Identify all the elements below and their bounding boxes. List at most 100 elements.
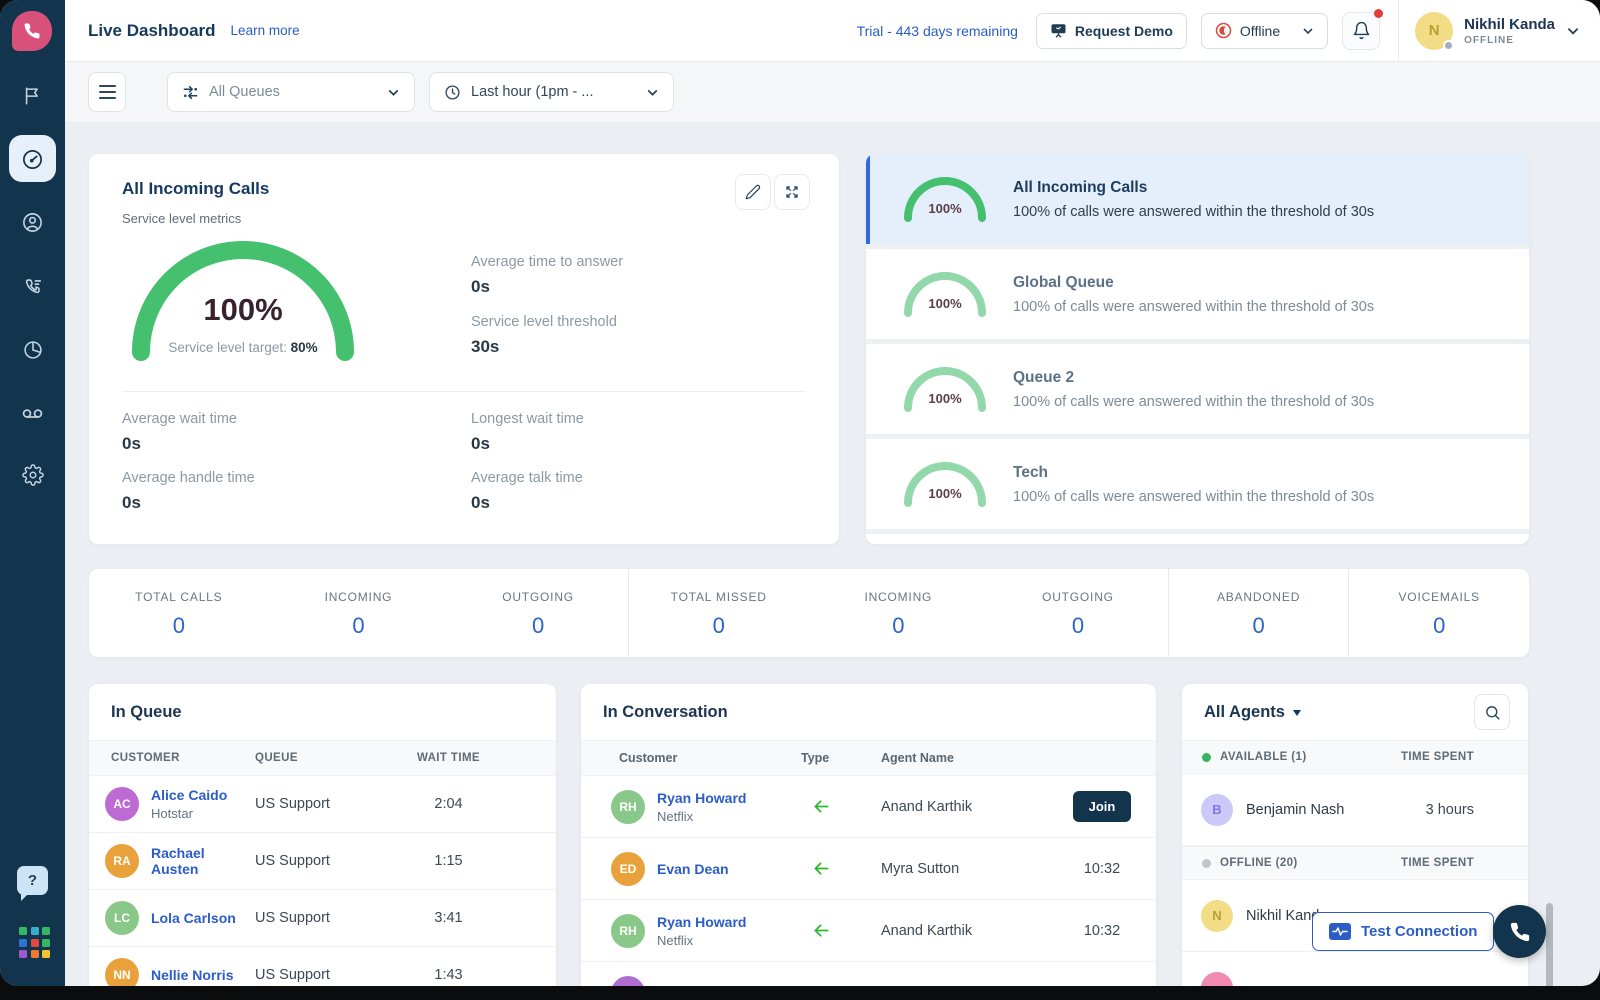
agent-search-button[interactable] bbox=[1474, 694, 1510, 730]
stat-value: 0 bbox=[988, 613, 1168, 639]
time-range-dropdown[interactable]: Last hour (1pm - ... bbox=[429, 72, 674, 112]
table-row: LC Lola Carlson US Support 3:41 bbox=[89, 890, 556, 947]
group-label: AVAILABLE (1) bbox=[1220, 751, 1307, 763]
request-demo-button[interactable]: Request Demo bbox=[1036, 13, 1187, 49]
customer-link[interactable]: Nellie Norris bbox=[151, 967, 233, 983]
expand-icon bbox=[784, 184, 800, 200]
stat-outgoing: OUTGOING0 bbox=[448, 569, 629, 657]
in-queue-panel: In Queue CUSTOMER QUEUE WAIT TIME AC Ali… bbox=[88, 683, 557, 986]
table-row: ED Evan Dean Myra Sutton 10:32 bbox=[581, 838, 1156, 900]
incoming-call-arrow-icon bbox=[811, 858, 881, 879]
queue-name: Queue 2 bbox=[1013, 369, 1374, 387]
test-connection-button[interactable]: Test Connection bbox=[1312, 912, 1494, 951]
queues-filter-dropdown[interactable]: All Queues bbox=[167, 72, 415, 112]
customer-cell: RA Rachael Austen bbox=[105, 844, 255, 878]
customer-company: Hotstar bbox=[151, 806, 227, 821]
customer-cell: NN Nellie Norris bbox=[105, 958, 255, 986]
stat-label: ABANDONED bbox=[1169, 590, 1349, 604]
queue-row-global-queue[interactable]: 100% Global Queue 100% of calls were ans… bbox=[866, 249, 1529, 339]
avatar: LC bbox=[105, 901, 139, 935]
customer-link[interactable]: Evan Dean bbox=[657, 861, 729, 877]
freshcaller-logo[interactable] bbox=[12, 11, 52, 51]
queue-row-tech[interactable]: 100% Tech 100% of calls were answered wi… bbox=[866, 439, 1529, 529]
queue-gauge-value: 100% bbox=[902, 486, 988, 501]
metric: Average wait time 0s bbox=[122, 411, 471, 454]
agents-title-row: All Agents bbox=[1182, 684, 1528, 740]
stat-label: TOTAL MISSED bbox=[629, 590, 809, 604]
menu-toggle-button[interactable] bbox=[88, 72, 126, 112]
agents-group-header-available: AVAILABLE (1) TIME SPENT bbox=[1182, 740, 1528, 774]
stat-label: INCOMING bbox=[809, 590, 989, 604]
settings-icon[interactable] bbox=[21, 463, 45, 487]
customer-link[interactable]: Rachael Austen bbox=[151, 845, 255, 877]
queue-gauge: 100% bbox=[902, 460, 988, 508]
page-scrollbar[interactable] bbox=[1546, 903, 1553, 986]
metric-label: Average talk time bbox=[471, 470, 808, 486]
agent-name-cell: Anand Karthik bbox=[881, 799, 1066, 815]
metric-value: 0s bbox=[471, 277, 623, 297]
queue-row-all-incoming-calls[interactable]: 100% All Incoming Calls 100% of calls we… bbox=[866, 154, 1529, 244]
chevron-down-icon bbox=[646, 86, 659, 99]
queue-cell: US Support bbox=[255, 910, 385, 926]
table-row: RH Ryan HowardNetflix Anand Karthik 10:3… bbox=[581, 900, 1156, 962]
user-menu[interactable]: N Nikhil Kanda OFFLINE bbox=[1415, 12, 1580, 50]
apps-grid-icon[interactable] bbox=[19, 927, 50, 958]
queue-icon bbox=[182, 84, 199, 101]
queue-row-text: Tech 100% of calls were answered within … bbox=[1013, 464, 1374, 505]
avatar: RH bbox=[611, 790, 645, 824]
flag-icon[interactable] bbox=[21, 84, 45, 108]
phone-logo-icon bbox=[23, 22, 41, 40]
contacts-icon[interactable] bbox=[21, 210, 45, 234]
stat-value: 0 bbox=[1349, 613, 1529, 639]
stat-value: 0 bbox=[269, 613, 449, 639]
customer-link[interactable]: Ryan Howard bbox=[657, 790, 746, 806]
service-card-subtitle: Service level metrics bbox=[122, 211, 241, 226]
notifications-button[interactable] bbox=[1342, 12, 1380, 50]
queue-cell: US Support bbox=[255, 853, 385, 869]
user-presence-dot bbox=[1443, 40, 1454, 51]
metric: Average handle time 0s bbox=[122, 470, 471, 513]
presence-dropdown[interactable]: Offline bbox=[1201, 13, 1328, 49]
metric-label: Longest wait time bbox=[471, 411, 808, 427]
agents-filter-dropdown[interactable]: All Agents bbox=[1204, 703, 1301, 722]
help-icon[interactable]: ? bbox=[17, 866, 48, 895]
voicemail-icon[interactable] bbox=[21, 401, 45, 425]
pie-chart-icon[interactable] bbox=[21, 338, 45, 362]
avatar: ED bbox=[611, 852, 645, 886]
edit-button[interactable] bbox=[735, 174, 771, 210]
customer-cell: LC Lola Carlson bbox=[105, 901, 255, 935]
sidebar: ? bbox=[0, 0, 65, 986]
avatar: NN bbox=[105, 958, 139, 986]
call-metrics-icon[interactable] bbox=[21, 274, 45, 298]
expand-button[interactable] bbox=[774, 174, 810, 210]
request-demo-label: Request Demo bbox=[1075, 23, 1173, 39]
avatar bbox=[1201, 972, 1233, 987]
stat-voicemails: VOICEMAILS0 bbox=[1349, 569, 1529, 657]
caret-down-icon bbox=[1293, 710, 1301, 720]
avatar: AC bbox=[105, 787, 139, 821]
join-call-button[interactable]: Join bbox=[1073, 791, 1132, 822]
customer-link[interactable]: Alice Caido bbox=[151, 787, 227, 803]
stat-value: 0 bbox=[1169, 613, 1349, 639]
live-dashboard-icon[interactable] bbox=[21, 147, 45, 171]
customer-link[interactable]: Lola Carlson bbox=[151, 910, 236, 926]
metric-value: 0s bbox=[122, 434, 471, 454]
in-queue-header-row: CUSTOMER QUEUE WAIT TIME bbox=[89, 740, 556, 776]
stat-label: OUTGOING bbox=[448, 590, 628, 604]
queue-gauge-value: 100% bbox=[902, 201, 988, 216]
queue-row-text: All Incoming Calls 100% of calls were an… bbox=[1013, 179, 1374, 220]
queue-description: 100% of calls were answered within the t… bbox=[1013, 204, 1374, 220]
app-window: ? Live Dashboard Learn more Trial - 443 … bbox=[0, 0, 1600, 986]
queue-name: Global Queue bbox=[1013, 274, 1374, 292]
avatar: B bbox=[1201, 794, 1233, 826]
dialer-fab-button[interactable] bbox=[1493, 905, 1546, 958]
customer-cell bbox=[611, 976, 801, 987]
learn-more-link[interactable]: Learn more bbox=[231, 23, 300, 38]
column-header: WAIT TIME bbox=[385, 752, 512, 764]
metric: Service level threshold 30s bbox=[471, 314, 623, 357]
queue-row-queue-2[interactable]: 100% Queue 2 100% of calls were answered… bbox=[866, 344, 1529, 434]
customer-cell: AC Alice Caido Hotstar bbox=[105, 787, 255, 821]
customer-link[interactable]: Ryan Howard bbox=[657, 914, 746, 930]
agent-name-cell: Anand Karthik bbox=[881, 923, 1066, 939]
incoming-call-arrow-icon bbox=[811, 796, 881, 817]
